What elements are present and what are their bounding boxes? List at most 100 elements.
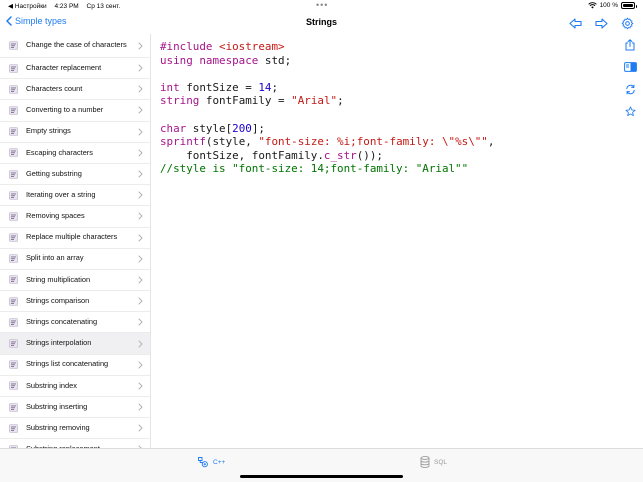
- cpp-icon: [198, 457, 208, 468]
- sidebar-item[interactable]: Substring replacement: [0, 439, 150, 448]
- gear-icon: [621, 17, 633, 29]
- share-icon: [625, 39, 635, 51]
- sidebar-item[interactable]: Strings interpolation: [0, 333, 150, 355]
- snippet-icon: [9, 318, 18, 327]
- code-token: ());: [356, 148, 383, 162]
- chevron-right-icon: [138, 255, 143, 263]
- snippet-icon: [9, 254, 18, 264]
- home-indicator[interactable]: [240, 475, 403, 478]
- arrow-left-icon: [568, 17, 582, 29]
- chevron-right-icon: [138, 382, 143, 390]
- chevron-right-icon: [138, 297, 143, 305]
- status-time: 4:23 PM: [54, 3, 79, 10]
- sidebar-item[interactable]: Substring removing: [0, 418, 150, 440]
- sidebar-item[interactable]: String multiplication: [0, 270, 150, 292]
- chevron-right-icon: [138, 191, 143, 199]
- sidebar-item-label: Iterating over a string: [26, 189, 96, 199]
- arrow-right-icon: [594, 17, 608, 29]
- chevron-right-icon: [138, 64, 143, 72]
- code-token: <iostream>: [219, 40, 285, 53]
- chevron-right-icon: [138, 128, 143, 136]
- sidebar-item-label: Strings concatenating: [26, 317, 98, 327]
- code-token: char: [160, 121, 193, 135]
- chevron-right-icon: [138, 234, 143, 242]
- sidebar-item[interactable]: Strings concatenating: [0, 312, 150, 334]
- chevron-right-icon: [138, 170, 143, 178]
- database-icon: [420, 456, 430, 468]
- status-left: ◀ Настройки 4:23 PM Ср 13 сент.: [8, 2, 126, 10]
- chevron-right-icon: [138, 149, 143, 157]
- chevron-right-icon: [138, 361, 143, 369]
- sidebar-item[interactable]: Escaping characters: [0, 143, 150, 164]
- code-token: "font-size: %i;font-family: \"%s\"": [258, 135, 488, 149]
- next-button[interactable]: [593, 15, 609, 31]
- status-right: 100 %: [587, 2, 637, 9]
- chevron-right-icon: [138, 424, 143, 432]
- snippet-icon: [9, 233, 18, 242]
- settings-button[interactable]: [619, 15, 635, 31]
- code-view[interactable]: #include <iostream> using namespace std; i…: [160, 40, 494, 176]
- sidebar-item[interactable]: Iterating over a string: [0, 185, 150, 207]
- sidebar-item[interactable]: Character replacement: [0, 58, 150, 80]
- previous-button[interactable]: [567, 15, 583, 31]
- topic-list[interactable]: Change the case of characters Character r…: [0, 34, 151, 448]
- status-carrier[interactable]: ◀ Настройки: [8, 3, 47, 10]
- sidebar-item-label: Getting substring: [26, 168, 82, 178]
- wifi-icon: [587, 2, 597, 9]
- sidebar-item[interactable]: Replace multiple characters: [0, 228, 150, 249]
- sidebar-item[interactable]: Strings comparison: [0, 291, 150, 313]
- favorite-button[interactable]: [623, 104, 637, 118]
- code-line: using namespace std;: [160, 54, 494, 68]
- nav-actions: [567, 15, 635, 31]
- sidebar-item[interactable]: Substring inserting: [0, 397, 150, 419]
- refresh-icon: [625, 84, 635, 94]
- snippet-icon: [9, 275, 18, 285]
- chevron-right-icon: [138, 42, 143, 49]
- sidebar-item[interactable]: Removing spaces: [0, 206, 150, 228]
- share-button[interactable]: [623, 38, 637, 52]
- sidebar-item[interactable]: Substring index: [0, 376, 150, 397]
- code-token: fontSize, fontFamily.: [160, 148, 324, 162]
- sidebar-item-label: Character replacement: [26, 62, 102, 72]
- sidebar-item-label: Strings comparison: [26, 295, 90, 305]
- code-token: fontFamily =: [205, 94, 292, 108]
- sidebar-item[interactable]: Converting to a number: [0, 100, 150, 122]
- tab-cpp[interactable]: C++: [197, 456, 225, 468]
- sidebar-item-label: Removing spaces: [26, 211, 85, 221]
- page-title: Strings: [305, 17, 337, 27]
- snippet-icon: [9, 127, 18, 136]
- sidebar-item-label: Characters count: [26, 83, 83, 93]
- tab-sql[interactable]: SQL: [420, 456, 447, 468]
- chevron-right-icon: [138, 276, 143, 284]
- sidebar-item-label: Substring removing: [26, 422, 90, 432]
- snippet-icon: [9, 212, 18, 221]
- sidebar-item-label: Empty strings: [26, 126, 71, 136]
- code-token: fontSize =: [186, 80, 259, 94]
- code-token: ;: [337, 94, 344, 108]
- star-icon: [625, 106, 635, 116]
- sidebar-item[interactable]: Empty strings: [0, 122, 150, 143]
- code-token: #include: [160, 40, 220, 53]
- sidebar-item[interactable]: Split into an array: [0, 249, 150, 270]
- navigation-bar: Simple types Strings: [0, 12, 643, 34]
- refresh-button[interactable]: [623, 82, 637, 96]
- code-line: //style is "font-size: 14;font-family: "…: [160, 162, 494, 176]
- code-line: int fontSize = 14;: [160, 81, 494, 95]
- code-line: sprintf(style, "font-size: %i;font-famil…: [160, 135, 494, 149]
- sidebar-item[interactable]: Characters count: [0, 79, 150, 101]
- code-token: using namespace: [160, 53, 265, 67]
- multitask-dots[interactable]: •••: [316, 0, 328, 10]
- sidebar-item[interactable]: Change the case of characters: [0, 34, 150, 58]
- sidebar-item[interactable]: Strings list concatenating: [0, 355, 150, 376]
- chevron-right-icon: [138, 212, 143, 220]
- sidebar-toggle-button[interactable]: [623, 60, 637, 74]
- snippet-icon: [9, 402, 18, 412]
- sidebar-item[interactable]: Getting substring: [0, 164, 150, 186]
- chevron-right-icon: [138, 85, 143, 93]
- sidebar-item-label: Strings list concatenating: [26, 359, 109, 369]
- code-token: 14: [258, 80, 272, 94]
- snippet-icon: [9, 339, 18, 348]
- snippet-icon: [9, 84, 18, 94]
